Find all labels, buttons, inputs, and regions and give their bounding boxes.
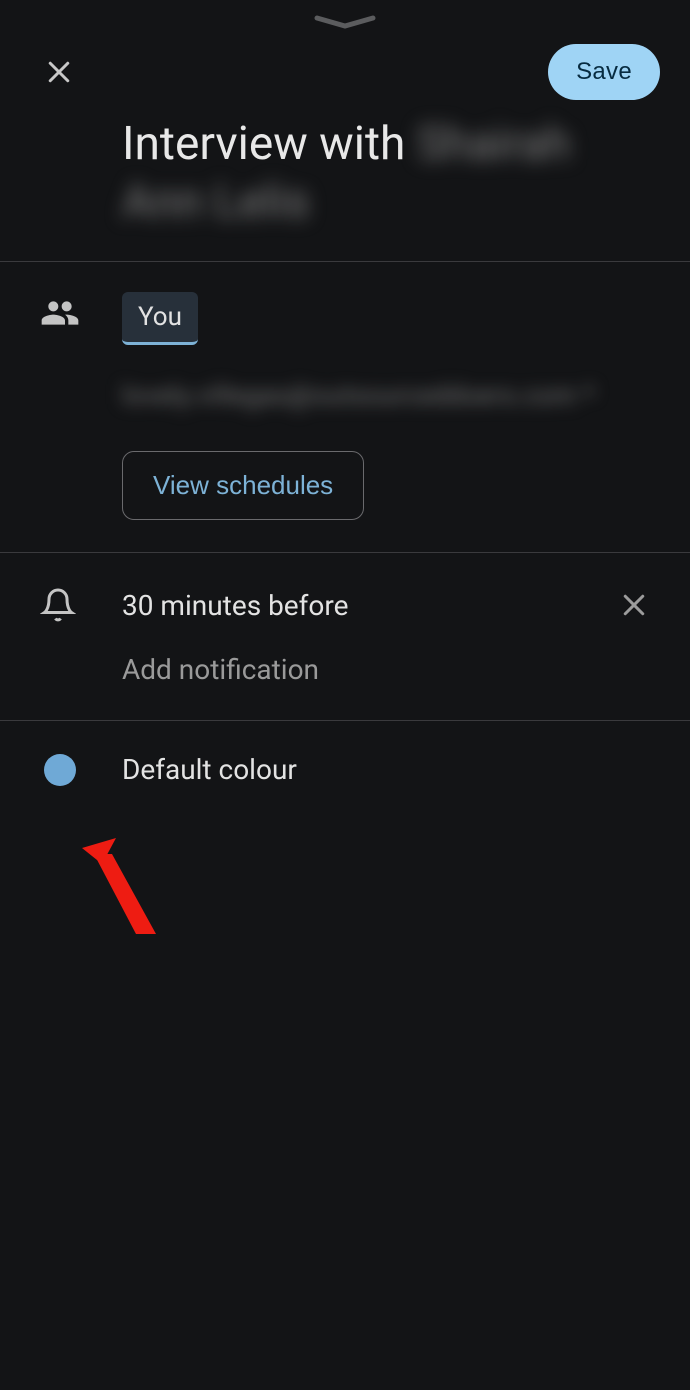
top-bar: Save bbox=[0, 30, 690, 110]
close-button[interactable] bbox=[42, 55, 76, 89]
bell-icon bbox=[40, 587, 100, 623]
event-title-redacted-2: Ann Lelis bbox=[122, 175, 310, 229]
view-schedules-button[interactable]: View schedules bbox=[122, 451, 364, 520]
event-title-redacted-1: Shairah bbox=[417, 117, 571, 171]
add-notification-button[interactable]: Add notification bbox=[0, 625, 690, 720]
notification-row[interactable]: 30 minutes before bbox=[0, 553, 690, 625]
event-color-label: Default colour bbox=[76, 753, 297, 786]
sheet-drag-handle[interactable] bbox=[0, 0, 690, 30]
remove-notification-button[interactable] bbox=[614, 585, 654, 625]
color-dot-icon bbox=[44, 754, 76, 786]
save-button[interactable]: Save bbox=[548, 44, 660, 100]
notification-label: 30 minutes before bbox=[100, 589, 614, 622]
event-title-visible: Interview with bbox=[122, 117, 417, 171]
event-title-field[interactable]: Interview with Shairah Ann Lelis bbox=[0, 110, 690, 261]
people-section: You lovely.villegas@outsourceddoers.com … bbox=[0, 262, 690, 552]
you-chip[interactable]: You bbox=[122, 292, 198, 345]
annotation-arrow bbox=[72, 838, 172, 948]
attendee-email-redacted: lovely.villegas@outsourceddoers.com * bbox=[122, 381, 660, 411]
people-icon bbox=[40, 292, 100, 332]
event-color-row[interactable]: Default colour bbox=[0, 721, 690, 786]
